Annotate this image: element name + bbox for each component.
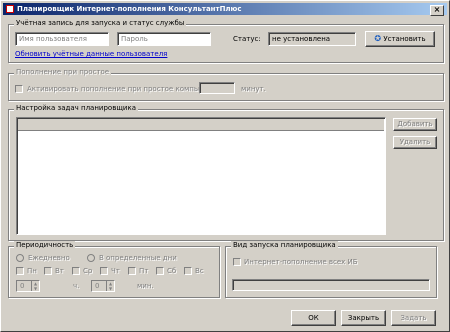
tasks-group: Настройка задач планировщика Добавить Уд… xyxy=(8,104,444,241)
minutes-value: 0 xyxy=(95,282,100,290)
idle-minutes-input[interactable] xyxy=(199,82,235,94)
idle-group-label: Пополнение при простое xyxy=(14,68,112,76)
weekday-checkbox-sat[interactable] xyxy=(156,267,164,275)
hours-label: ч. xyxy=(73,282,80,290)
account-group-label: Учётная запись для запуска и статус служ… xyxy=(14,19,187,27)
install-button-label: Установить xyxy=(383,35,426,43)
daily-radio-label: Ежедневно xyxy=(28,254,70,262)
password-input[interactable]: Пароль xyxy=(117,32,211,46)
title-bar[interactable]: Планировщик Интернет-пополнения Консульт… xyxy=(3,3,447,16)
window-title: Планировщик Интернет-пополнения Консульт… xyxy=(17,5,242,13)
weekday-checkbox-tue[interactable] xyxy=(44,267,52,275)
idle-minutes-label: минут. xyxy=(241,85,266,93)
weekday-label-sun: Вс xyxy=(195,267,204,275)
idle-group: Пополнение при простое Активировать попо… xyxy=(8,68,444,101)
weekday-label-thu: Чт xyxy=(111,267,120,275)
launch-group-label: Вид запуска планировщика xyxy=(231,241,338,249)
update-credentials-link[interactable]: Обновить учётные данные пользователя xyxy=(15,50,167,58)
weekday-checkbox-thu[interactable] xyxy=(100,267,108,275)
all-ib-checkbox-label: Интернет-пополнение всех ИБ xyxy=(244,258,358,266)
close-window-button[interactable]: × xyxy=(430,5,444,16)
add-task-button[interactable]: Добавить xyxy=(393,118,437,131)
account-group: Учётная запись для запуска и статус служ… xyxy=(8,19,444,63)
hours-spinner[interactable]: 0 ▲ ▼ xyxy=(16,280,40,292)
ok-button[interactable]: ОК xyxy=(291,310,336,326)
hours-value: 0 xyxy=(20,282,25,290)
close-button[interactable]: Закрыть xyxy=(341,310,386,326)
daily-radio[interactable] xyxy=(16,254,24,262)
idle-checkbox-label: Активировать пополнение при простое комп… xyxy=(27,85,221,93)
username-input[interactable]: Имя пользователя xyxy=(15,32,109,46)
weekday-checkbox-wed[interactable] xyxy=(72,267,80,275)
install-button[interactable]: ✪ Установить xyxy=(365,31,435,47)
weekday-label-fri: Пт xyxy=(139,267,149,275)
specific-days-radio[interactable] xyxy=(87,254,95,262)
period-group: Периодичность Ежедневно В определенные д… xyxy=(8,241,220,298)
weekday-label-wed: Ср xyxy=(83,267,93,275)
install-icon: ✪ xyxy=(374,34,382,43)
weekday-checkbox-fri[interactable] xyxy=(128,267,136,275)
status-label: Статус: xyxy=(233,35,261,43)
status-value: не установлена xyxy=(268,32,356,46)
apply-button[interactable]: Задать xyxy=(391,310,436,326)
launch-group: Вид запуска планировщика Интернет-пополн… xyxy=(225,241,437,298)
delete-task-button[interactable]: Удалить xyxy=(393,136,437,149)
hours-spinner-arrows[interactable]: ▲ ▼ xyxy=(31,281,39,291)
tasks-list-header xyxy=(18,119,384,131)
weekday-label-sat: Сб xyxy=(167,267,177,275)
tasks-group-label: Настройка задач планировщика xyxy=(14,104,138,112)
app-icon xyxy=(6,5,14,13)
all-ib-checkbox[interactable] xyxy=(233,258,241,266)
spin-down-icon: ▼ xyxy=(33,286,38,291)
idle-checkbox[interactable] xyxy=(15,85,23,93)
weekday-checkbox-sun[interactable] xyxy=(184,267,192,275)
scheduler-window: Планировщик Интернет-пополнения Консульт… xyxy=(0,0,450,332)
minutes-label: мин. xyxy=(137,282,154,290)
spin-down-icon: ▼ xyxy=(108,286,113,291)
close-icon: × xyxy=(433,5,441,14)
tasks-list[interactable] xyxy=(16,117,386,235)
launch-field[interactable] xyxy=(232,279,430,291)
weekday-checkbox-mon[interactable] xyxy=(16,267,24,275)
minutes-spinner-arrows[interactable]: ▲ ▼ xyxy=(106,281,114,291)
minutes-spinner[interactable]: 0 ▲ ▼ xyxy=(91,280,115,292)
period-group-label: Периодичность xyxy=(14,241,76,249)
weekday-label-mon: Пн xyxy=(27,267,37,275)
weekday-label-tue: Вт xyxy=(55,267,64,275)
specific-days-radio-label: В определенные дни xyxy=(99,254,177,262)
